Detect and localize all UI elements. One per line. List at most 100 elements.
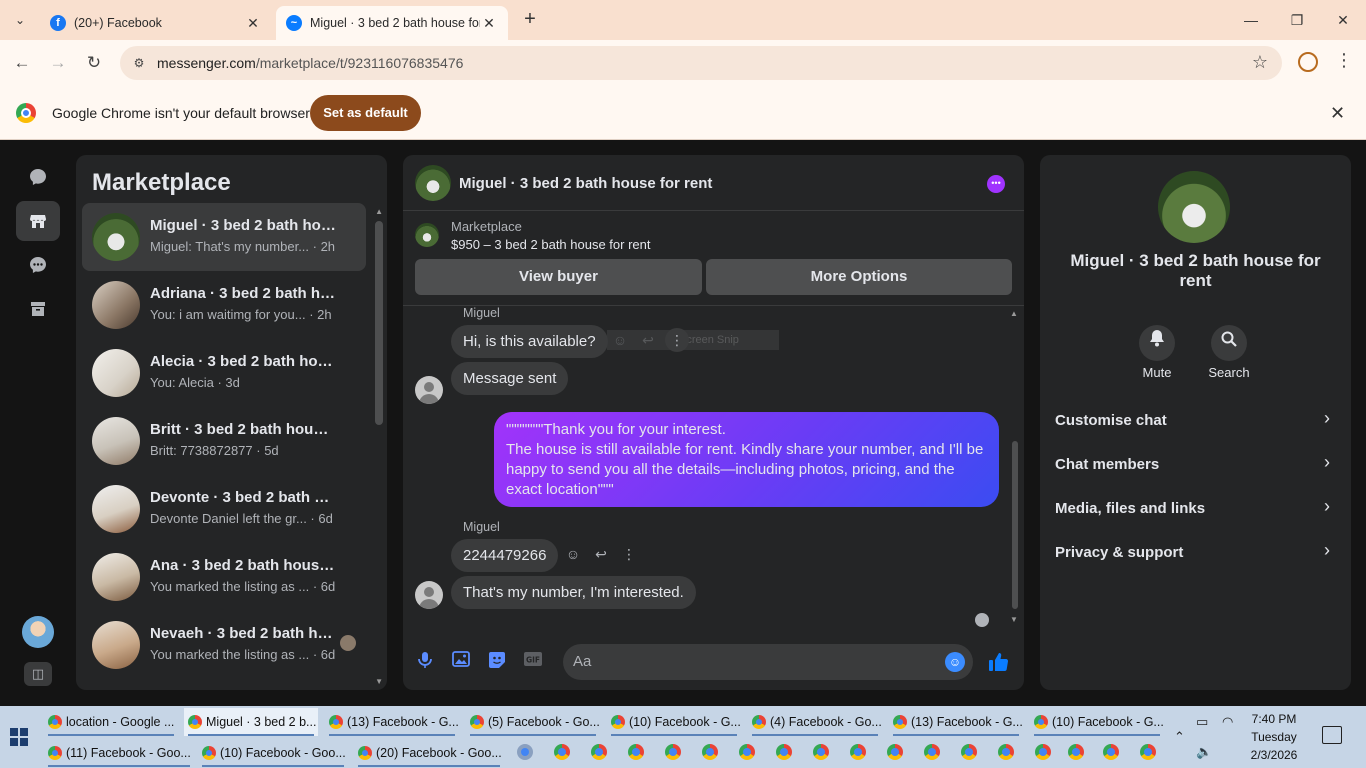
restore-button[interactable]: ❐ — [1274, 0, 1320, 40]
more-options-button[interactable]: More Options — [706, 259, 1012, 295]
marketplace-icon[interactable] — [16, 201, 60, 241]
conversation-item-britt[interactable]: Britt · 3 bed 2 bath house for rent Brit… — [82, 407, 366, 475]
snipping-tool-icon[interactable] — [517, 744, 533, 760]
search-icon[interactable] — [1211, 325, 1247, 361]
reload-button[interactable]: ↻ — [81, 50, 107, 76]
chats-icon[interactable] — [16, 157, 60, 197]
message-bubble[interactable]: That's my number, I'm interested. — [451, 576, 696, 609]
wifi-icon[interactable]: ◠ — [1222, 714, 1233, 730]
scroll-up-arrow-icon[interactable]: ▲ — [1010, 309, 1018, 318]
scroll-up-arrow-icon[interactable]: ▲ — [375, 207, 383, 216]
infobar-close-icon[interactable]: ✕ — [1330, 103, 1345, 124]
chrome-icon[interactable] — [628, 744, 644, 760]
chrome-icon[interactable] — [1068, 744, 1084, 760]
close-tab-icon[interactable]: ✕ — [480, 15, 498, 32]
listing-summary[interactable]: Marketplace $950 – 3 bed 2 bath house fo… — [415, 219, 1015, 255]
chrome-icon[interactable] — [1140, 744, 1156, 760]
chrome-icon[interactable] — [998, 744, 1014, 760]
microphone-icon[interactable] — [413, 651, 437, 675]
back-button[interactable]: ← — [9, 50, 35, 76]
sticker-icon[interactable] — [485, 651, 509, 675]
privacy-support-row[interactable]: Privacy & support › — [1055, 535, 1336, 571]
taskbar-window[interactable]: (10) Facebook - Goo... — [198, 739, 348, 767]
conversation-item-nevaeh[interactable]: Nevaeh · 3 bed 2 bath house for rent You… — [82, 611, 366, 679]
close-window-button[interactable]: ✕ — [1320, 0, 1366, 40]
taskbar-window[interactable]: (5) Facebook - Go... — [466, 708, 600, 736]
chrome-icon[interactable] — [702, 744, 718, 760]
new-tab-button[interactable]: + — [518, 8, 542, 32]
message-bubble[interactable]: Message sent — [451, 362, 569, 395]
site-info-icon[interactable]: ⚙ — [130, 54, 148, 72]
chat-title[interactable]: Miguel · 3 bed 2 bath house for rent — [459, 175, 712, 192]
bookmark-star-icon[interactable]: ☆ — [1252, 52, 1268, 73]
taskbar-window-active[interactable]: Miguel · 3 bed 2 b... — [184, 708, 318, 736]
show-hidden-icons-chevron-icon[interactable]: ⌃ — [1174, 729, 1185, 745]
customise-chat-row[interactable]: Customise chat › — [1055, 403, 1336, 439]
outgoing-message-bubble[interactable]: """""""Thank you for your interest. The … — [494, 412, 999, 507]
address-bar[interactable]: ⚙ messenger.com/marketplace/t/9231160768… — [120, 46, 1282, 80]
chrome-icon[interactable] — [961, 744, 977, 760]
set-default-button[interactable]: Set as default — [310, 95, 421, 131]
emoji-icon[interactable]: ☺ — [945, 652, 965, 672]
scroll-down-arrow-icon[interactable]: ▼ — [375, 677, 383, 686]
conversation-item-adriana[interactable]: Adriana · 3 bed 2 bath house for rent Yo… — [82, 271, 366, 339]
taskbar-window[interactable]: (20) Facebook - Goo... — [354, 739, 504, 767]
message-input[interactable]: Aa ☺ — [563, 644, 973, 680]
volume-icon[interactable]: 🔈 — [1196, 744, 1212, 760]
gif-icon[interactable]: GIF — [521, 651, 545, 675]
chrome-icon[interactable] — [554, 744, 570, 760]
chat-avatar[interactable] — [415, 165, 451, 201]
message-more-icon[interactable]: ⋮ — [665, 328, 689, 352]
close-tab-icon[interactable]: ✕ — [244, 15, 262, 32]
conversation-item-ana[interactable]: Ana · 3 bed 2 bath house for rent You ma… — [82, 543, 366, 611]
conversation-item-alecia[interactable]: Alecia · 3 bed 2 bath house for rent You… — [82, 339, 366, 407]
taskbar-clock[interactable]: 7:40 PM Tuesday 2/3/2026 — [1240, 710, 1308, 764]
chrome-icon[interactable] — [1035, 744, 1051, 760]
taskbar-window[interactable]: (10) Facebook - G... — [607, 708, 741, 736]
chrome-icon[interactable] — [776, 744, 792, 760]
react-icon[interactable]: ☺ — [561, 542, 585, 566]
message-bubble[interactable]: 2244479266 — [451, 539, 559, 572]
chrome-icon[interactable] — [739, 744, 755, 760]
user-avatar[interactable] — [22, 616, 54, 648]
media-files-links-row[interactable]: Media, files and links › — [1055, 491, 1336, 527]
action-center-icon[interactable] — [1322, 726, 1342, 744]
taskbar-window[interactable]: location - Google ... — [44, 708, 178, 736]
chrome-icon[interactable] — [591, 744, 607, 760]
taskbar-window[interactable]: (10) Facebook - G... — [1030, 708, 1164, 736]
view-buyer-button[interactable]: View buyer — [415, 259, 702, 295]
tab-search-dropdown[interactable]: ⌄ — [8, 8, 32, 32]
conversation-item-devonte[interactable]: Devonte · 3 bed 2 bath house for rent De… — [82, 475, 366, 543]
toggle-sidebar-icon[interactable]: ◫ — [24, 662, 52, 686]
message-bubble[interactable]: Hi, is this available? — [451, 325, 608, 358]
minimize-button[interactable]: — — [1228, 0, 1274, 40]
battery-icon[interactable]: ▭ — [1196, 714, 1208, 730]
thumbs-up-icon[interactable] — [986, 651, 1010, 675]
more-options-icon[interactable]: ••• — [987, 175, 1005, 193]
mute-bell-icon[interactable] — [1139, 325, 1175, 361]
taskbar-window[interactable]: (13) Facebook - G... — [889, 708, 1023, 736]
message-requests-icon[interactable] — [16, 245, 60, 285]
forward-button[interactable]: → — [45, 50, 71, 76]
list-scrollbar-thumb[interactable] — [375, 221, 383, 425]
message-more-icon[interactable]: ⋮ — [617, 542, 641, 566]
chrome-icon[interactable] — [665, 744, 681, 760]
chrome-icon[interactable] — [850, 744, 866, 760]
tab-messenger[interactable]: ~ Miguel · 3 bed 2 bath house for rent ✕ — [276, 6, 508, 40]
tab-facebook[interactable]: f (20+) Facebook ✕ — [40, 6, 272, 40]
chat-scrollbar-thumb[interactable] — [1012, 441, 1018, 609]
taskbar-window[interactable]: (4) Facebook - Go... — [748, 708, 882, 736]
chat-members-row[interactable]: Chat members › — [1055, 447, 1336, 483]
chrome-icon[interactable] — [1103, 744, 1119, 760]
archive-icon[interactable] — [16, 289, 60, 329]
windows-start-icon[interactable] — [10, 728, 28, 746]
photo-icon[interactable] — [449, 651, 473, 675]
profile-icon[interactable] — [1298, 52, 1318, 72]
scroll-down-arrow-icon[interactable]: ▼ — [1010, 615, 1018, 624]
taskbar-window[interactable]: (13) Facebook - G... — [325, 708, 459, 736]
taskbar-window[interactable]: (11) Facebook - Goo... — [44, 739, 194, 767]
reply-icon[interactable]: ↩ — [589, 542, 613, 566]
conversation-item-miguel[interactable]: Miguel · 3 bed 2 bath house for rent Mig… — [82, 203, 366, 271]
chrome-icon[interactable] — [813, 744, 829, 760]
chrome-icon[interactable] — [887, 744, 903, 760]
